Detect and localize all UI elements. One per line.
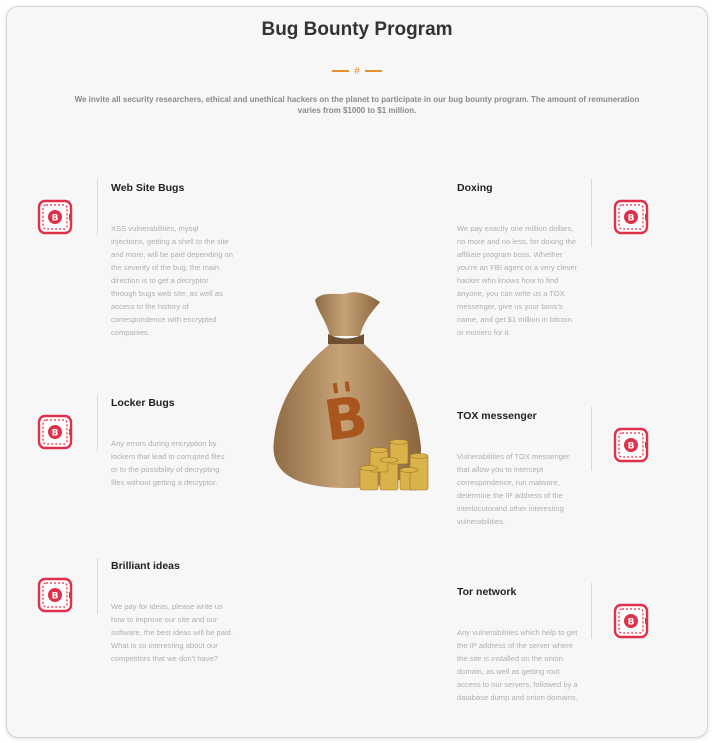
bitcoin-wallet-icon: B: [613, 603, 649, 639]
bounty-item-tox-messenger: TOX messenger Vulnerabilities of TOX mes…: [457, 410, 579, 528]
svg-text:B: B: [628, 214, 635, 224]
item-title: Brilliant ideas: [111, 560, 180, 572]
svg-text:B: B: [628, 618, 635, 628]
bounty-item-tor-network: Tor network Any vulnerabilities which he…: [457, 586, 579, 704]
item-description: We pay exactly one million dollars, no m…: [457, 224, 578, 337]
item-description: XSS vulnerabilities, mysql injections, g…: [111, 224, 234, 337]
item-title: Locker Bugs: [111, 397, 175, 409]
divider-glyph: #: [354, 66, 360, 77]
item-divider: [591, 179, 592, 247]
item-divider: [97, 179, 98, 235]
item-title: TOX messenger: [457, 410, 537, 422]
item-divider: [97, 558, 98, 614]
bitcoin-wallet-icon: B: [613, 199, 649, 235]
svg-text:B: B: [52, 214, 59, 224]
svg-text:B: B: [320, 384, 371, 454]
item-divider: [591, 583, 592, 639]
bitcoin-wallet-icon: B: [37, 414, 73, 450]
item-title: Doxing: [457, 182, 493, 194]
bounty-item-brilliant-ideas: Brilliant ideas We pay for ideas, please…: [111, 560, 233, 665]
item-description: Any vulnerabilities which help to get th…: [457, 628, 578, 702]
bounty-item-locker-bugs: Locker Bugs Any errors during encryption…: [111, 397, 233, 489]
bug-bounty-panel: Bug Bounty Program # We invite all secur…: [6, 6, 708, 738]
intro-text: We invite all security researchers, ethi…: [74, 95, 640, 115]
item-title: Web Site Bugs: [111, 182, 185, 194]
svg-text:B: B: [628, 442, 635, 452]
item-description: Vulnerabilities of TOX messenger that al…: [457, 452, 570, 526]
item-description: Any errors during encryption by lockers …: [111, 439, 225, 487]
bounty-item-web-site-bugs: Web Site Bugs XSS vulnerabilities, mysql…: [111, 182, 233, 339]
title-divider: #: [7, 66, 707, 77]
item-description: We pay for ideas, please write us how to…: [111, 602, 233, 663]
svg-text:B: B: [52, 429, 59, 439]
bitcoin-money-bag: B: [273, 292, 429, 491]
bitcoin-wallet-icon: B: [613, 427, 649, 463]
item-divider: [591, 407, 592, 471]
page-title: Bug Bounty Program: [261, 19, 453, 40]
bitcoin-wallet-icon: B: [37, 199, 73, 235]
bitcoin-wallet-icon: B: [37, 577, 73, 613]
svg-text:B: B: [52, 592, 59, 602]
divider-line-right: [364, 70, 382, 73]
divider-line-left: [332, 70, 350, 73]
item-title: Tor network: [457, 586, 517, 598]
item-divider: [97, 395, 98, 451]
bounty-item-doxing: Doxing We pay exactly one million dollar…: [457, 182, 579, 339]
